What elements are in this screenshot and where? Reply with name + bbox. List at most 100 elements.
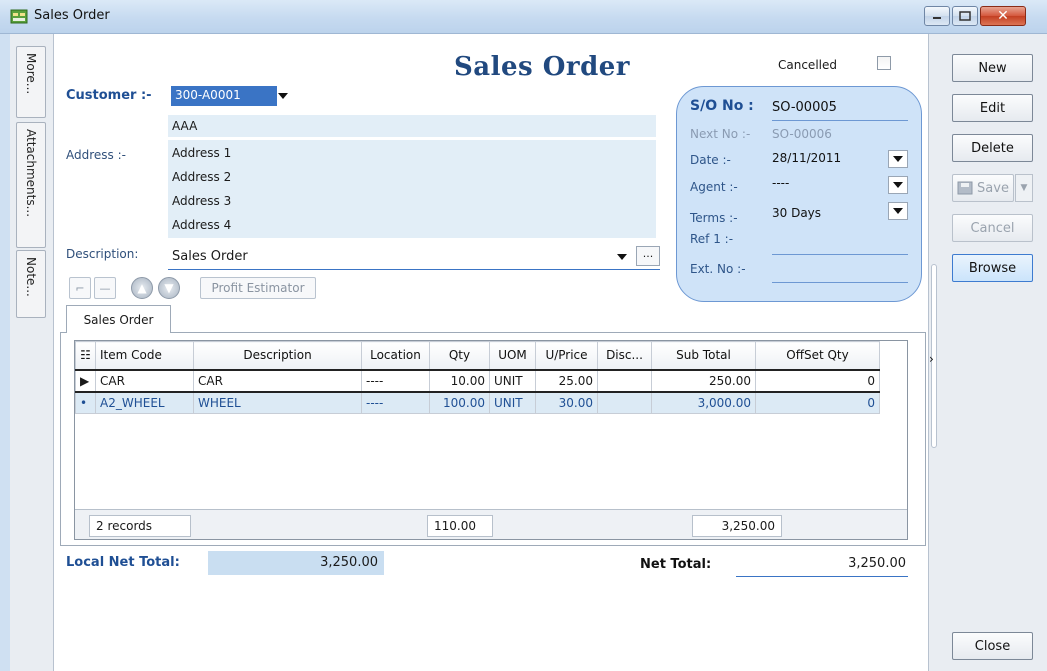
description-dropdown-button[interactable]	[612, 248, 632, 266]
cell-subtotal[interactable]: 250.00	[651, 368, 756, 393]
remove-row-button[interactable]: —	[94, 277, 116, 299]
address-line-4[interactable]: Address 4	[172, 218, 231, 232]
cell-offset-qty[interactable]: 0	[755, 391, 880, 414]
cancel-button[interactable]: Cancel	[952, 214, 1033, 242]
item-table: ☷ Item Code Description Location Qty UOM…	[75, 341, 880, 414]
description-more-button[interactable]: ···	[636, 246, 660, 266]
cell-disc[interactable]	[597, 368, 652, 393]
close-icon: ✕	[997, 8, 1009, 24]
browse-button[interactable]: Browse	[952, 254, 1033, 282]
column-header-uprice[interactable]: U/Price	[535, 341, 598, 370]
side-tab-attachments[interactable]: Attachments...	[16, 122, 46, 248]
local-net-total-label: Local Net Total:	[66, 555, 180, 570]
cell-uom[interactable]: UNIT	[489, 368, 536, 393]
insert-row-button[interactable]: ⌐	[69, 277, 91, 299]
so-no-field[interactable]: SO-00005	[772, 100, 837, 115]
description-label: Description:	[66, 247, 139, 261]
cell-description[interactable]: CAR	[193, 368, 362, 393]
address-line-3[interactable]: Address 3	[172, 194, 231, 208]
profit-estimator-button[interactable]: Profit Estimator	[200, 277, 316, 299]
window-title: Sales Order	[34, 8, 110, 23]
ref1-label: Ref 1 :-	[690, 232, 734, 246]
agent-label: Agent :-	[690, 180, 738, 194]
cell-uprice[interactable]: 25.00	[535, 368, 598, 393]
cancelled-label: Cancelled	[778, 58, 837, 72]
cell-uprice[interactable]: 30.00	[535, 391, 598, 414]
record-count: 2 records	[89, 515, 191, 537]
cell-subtotal[interactable]: 3,000.00	[651, 391, 756, 414]
row-selector-header[interactable]: ☷	[75, 341, 96, 370]
ext-no-label: Ext. No :-	[690, 262, 746, 276]
table-row[interactable]: ▶ CAR CAR ---- 10.00 UNIT 25.00 250.00 0	[75, 368, 880, 393]
net-total-label: Net Total:	[640, 557, 712, 572]
cell-item-code[interactable]: CAR	[95, 368, 194, 393]
address-line-1[interactable]: Address 1	[172, 146, 231, 160]
date-field[interactable]: 28/11/2011	[772, 151, 841, 165]
date-dropdown-button[interactable]	[888, 150, 908, 168]
chevron-down-icon	[893, 208, 903, 214]
address-line-2[interactable]: Address 2	[172, 170, 231, 184]
tab-sales-order[interactable]: Sales Order	[66, 305, 171, 333]
arrow-down-icon: ▼	[164, 281, 174, 295]
column-header-uom[interactable]: UOM	[489, 341, 536, 370]
next-no-value: SO-00006	[772, 127, 832, 141]
column-chooser-icon: ☷	[80, 348, 91, 363]
chevron-down-icon	[617, 254, 627, 260]
cell-disc[interactable]	[597, 391, 652, 414]
cell-offset-qty[interactable]: 0	[755, 368, 880, 393]
description-field[interactable]: Sales Order	[168, 244, 660, 270]
column-header-qty[interactable]: Qty	[429, 341, 490, 370]
address-label: Address :-	[66, 148, 126, 162]
cancelled-checkbox[interactable]	[877, 56, 891, 70]
cell-uom[interactable]: UNIT	[489, 391, 536, 414]
subtotal-total: 3,250.00	[692, 515, 782, 537]
side-tab-more[interactable]: More...	[16, 46, 46, 118]
cell-item-code[interactable]: A2_WHEEL	[95, 391, 194, 414]
agent-field[interactable]: ----	[772, 176, 789, 190]
cell-qty[interactable]: 10.00	[429, 368, 490, 393]
item-grid: ☷ Item Code Description Location Qty UOM…	[74, 340, 908, 540]
window-titlebar	[0, 0, 1047, 34]
side-tab-note[interactable]: Note...	[16, 250, 46, 318]
address-band	[168, 140, 656, 238]
close-button[interactable]: Close	[952, 632, 1033, 660]
save-dropdown-button[interactable]: ▼	[1015, 174, 1033, 202]
move-up-button[interactable]: ▲	[131, 277, 153, 299]
grid-footer: 2 records 110.00 3,250.00	[75, 509, 907, 539]
row-marker: ▶	[75, 368, 96, 393]
chevron-down-icon	[893, 182, 903, 188]
terms-field[interactable]: 30 Days	[772, 206, 821, 220]
cell-location[interactable]: ----	[361, 391, 430, 414]
new-button[interactable]: New	[952, 54, 1033, 82]
customer-dropdown-button[interactable]	[266, 87, 300, 105]
chevron-down-icon	[893, 156, 903, 162]
cell-qty[interactable]: 100.00	[429, 391, 490, 414]
customer-label: Customer :-	[66, 88, 152, 103]
column-header-subtotal[interactable]: Sub Total	[651, 341, 756, 370]
cell-description[interactable]: WHEEL	[193, 391, 362, 414]
edit-button[interactable]: Edit	[952, 94, 1033, 122]
customer-name[interactable]: AAA	[172, 119, 197, 133]
maximize-icon	[959, 11, 971, 21]
terms-label: Terms :-	[690, 211, 738, 225]
maximize-button[interactable]	[952, 6, 978, 26]
column-header-description[interactable]: Description	[193, 341, 362, 370]
terms-dropdown-button[interactable]	[888, 202, 908, 220]
move-down-button[interactable]: ▼	[158, 277, 180, 299]
delete-button[interactable]: Delete	[952, 134, 1033, 162]
table-row[interactable]: • A2_WHEEL WHEEL ---- 100.00 UNIT 30.00 …	[75, 391, 880, 414]
collapse-arrow-icon[interactable]: ›	[929, 352, 934, 366]
column-header-offset-qty[interactable]: OffSet Qty	[755, 341, 880, 370]
customer-code-field[interactable]: 300-A0001	[171, 86, 277, 106]
net-total-value: 3,250.00	[736, 553, 908, 577]
save-button[interactable]: Save	[952, 174, 1014, 202]
cell-location[interactable]: ----	[361, 368, 430, 393]
so-no-underline	[772, 120, 908, 121]
column-header-disc[interactable]: Disc...	[597, 341, 652, 370]
minimize-button[interactable]	[924, 6, 950, 26]
column-header-location[interactable]: Location	[361, 341, 430, 370]
agent-dropdown-button[interactable]	[888, 176, 908, 194]
close-window-button[interactable]: ✕	[980, 6, 1026, 26]
column-header-item-code[interactable]: Item Code	[95, 341, 194, 370]
ext-no-underline	[772, 282, 908, 283]
